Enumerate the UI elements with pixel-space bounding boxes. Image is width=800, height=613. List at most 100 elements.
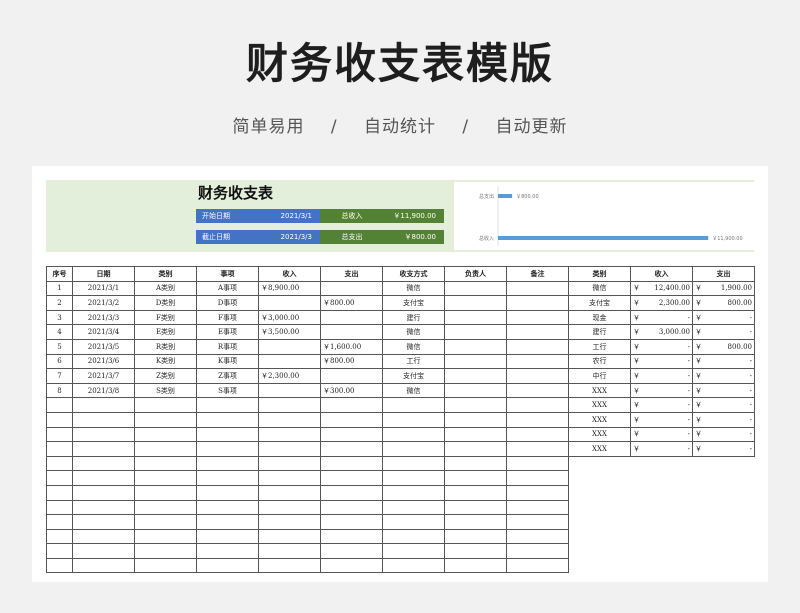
table-cell[interactable]	[134, 557, 197, 574]
category-cell[interactable]: 农行	[568, 353, 631, 370]
income-cell[interactable]: ￥ -	[630, 426, 693, 443]
table-cell[interactable]	[444, 514, 507, 530]
table-cell[interactable]	[320, 441, 383, 457]
table-cell[interactable]	[258, 484, 321, 501]
column-header[interactable]: 支出	[320, 266, 383, 282]
table-cell[interactable]	[258, 543, 321, 559]
table-cell[interactable]	[444, 470, 507, 486]
table-cell[interactable]: 2021/3/2	[72, 295, 135, 311]
table-cell[interactable]: 5	[46, 338, 73, 355]
table-cell[interactable]	[196, 528, 259, 545]
table-cell[interactable]	[382, 411, 445, 428]
expense-cell[interactable]: ￥ 800.00	[692, 338, 755, 355]
table-cell[interactable]	[320, 426, 383, 443]
table-cell[interactable]: 建行	[382, 309, 445, 326]
table-cell[interactable]: 2021/3/5	[72, 338, 135, 355]
table-cell[interactable]	[258, 426, 321, 443]
table-cell[interactable]	[320, 528, 383, 545]
table-cell[interactable]	[320, 309, 383, 326]
table-cell[interactable]	[320, 397, 383, 413]
category-cell[interactable]: XXX	[568, 441, 631, 457]
table-cell[interactable]	[506, 528, 569, 545]
table-cell[interactable]	[506, 353, 569, 370]
table-cell[interactable]	[506, 426, 569, 443]
table-cell[interactable]	[46, 411, 73, 428]
expense-cell[interactable]: ￥ 1,900.00	[692, 280, 755, 297]
table-cell[interactable]	[46, 557, 73, 574]
table-cell[interactable]	[320, 499, 383, 516]
table-cell[interactable]: 3	[46, 309, 73, 326]
table-cell[interactable]	[134, 455, 197, 472]
start-date-cell[interactable]: 开始日期 2021/3/1	[196, 209, 320, 223]
table-cell[interactable]	[444, 426, 507, 443]
table-cell[interactable]	[258, 338, 321, 355]
table-cell[interactable]	[444, 557, 507, 574]
table-cell[interactable]: D事项	[196, 295, 259, 311]
table-cell[interactable]	[444, 295, 507, 311]
table-cell[interactable]: A事项	[196, 280, 259, 297]
table-cell[interactable]	[506, 484, 569, 501]
expense-cell[interactable]: ￥ -	[692, 368, 755, 384]
table-cell[interactable]	[72, 426, 135, 443]
expense-cell[interactable]: ￥ -	[692, 411, 755, 428]
table-cell[interactable]	[196, 397, 259, 413]
table-cell[interactable]	[444, 411, 507, 428]
table-cell[interactable]	[320, 368, 383, 384]
table-cell[interactable]	[72, 484, 135, 501]
column-header[interactable]: 事项	[196, 266, 259, 282]
table-cell[interactable]	[506, 324, 569, 340]
category-cell[interactable]: 支付宝	[568, 295, 631, 311]
income-cell[interactable]: ￥ 3,000.00	[630, 324, 693, 340]
table-cell[interactable]	[382, 499, 445, 516]
table-cell[interactable]	[72, 499, 135, 516]
table-cell[interactable]	[46, 397, 73, 413]
column-header[interactable]: 类别	[134, 266, 197, 282]
income-cell[interactable]: ￥ -	[630, 382, 693, 399]
table-cell[interactable]	[196, 455, 259, 472]
income-cell[interactable]: ￥ -	[630, 397, 693, 413]
table-cell[interactable]	[444, 484, 507, 501]
income-cell[interactable]: ￥ 12,400.00	[630, 280, 693, 297]
table-cell[interactable]	[46, 528, 73, 545]
table-cell[interactable]	[506, 441, 569, 457]
table-cell[interactable]	[72, 441, 135, 457]
table-cell[interactable]	[134, 411, 197, 428]
table-cell[interactable]: 4	[46, 324, 73, 340]
table-cell[interactable]	[320, 484, 383, 501]
table-cell[interactable]	[134, 470, 197, 486]
table-cell[interactable]	[506, 543, 569, 559]
table-cell[interactable]: 1	[46, 280, 73, 297]
table-cell[interactable]	[134, 484, 197, 501]
table-cell[interactable]: ￥800.00	[320, 353, 383, 370]
expense-cell[interactable]: ￥ -	[692, 441, 755, 457]
table-cell[interactable]	[444, 309, 507, 326]
table-cell[interactable]	[444, 280, 507, 297]
table-cell[interactable]	[46, 543, 73, 559]
expense-cell[interactable]: ￥ -	[692, 382, 755, 399]
table-cell[interactable]: F事项	[196, 309, 259, 326]
table-cell[interactable]	[444, 397, 507, 413]
table-cell[interactable]	[258, 499, 321, 516]
table-cell[interactable]	[506, 382, 569, 399]
expense-cell[interactable]: ￥ -	[692, 397, 755, 413]
table-cell[interactable]: 2021/3/6	[72, 353, 135, 370]
table-cell[interactable]: R类别	[134, 338, 197, 355]
table-cell[interactable]: F类别	[134, 309, 197, 326]
category-cell[interactable]: XXX	[568, 397, 631, 413]
table-cell[interactable]	[506, 514, 569, 530]
category-cell[interactable]: 建行	[568, 324, 631, 340]
table-cell[interactable]	[382, 484, 445, 501]
table-cell[interactable]: E类别	[134, 324, 197, 340]
category-cell[interactable]: 中行	[568, 368, 631, 384]
table-cell[interactable]	[320, 470, 383, 486]
table-cell[interactable]	[506, 411, 569, 428]
table-cell[interactable]	[72, 514, 135, 530]
table-cell[interactable]	[382, 397, 445, 413]
column-header[interactable]: 日期	[72, 266, 135, 282]
table-cell[interactable]	[72, 455, 135, 472]
table-cell[interactable]	[444, 324, 507, 340]
category-cell[interactable]: XXX	[568, 426, 631, 443]
table-cell[interactable]: R事项	[196, 338, 259, 355]
table-cell[interactable]	[196, 470, 259, 486]
table-cell[interactable]	[134, 441, 197, 457]
